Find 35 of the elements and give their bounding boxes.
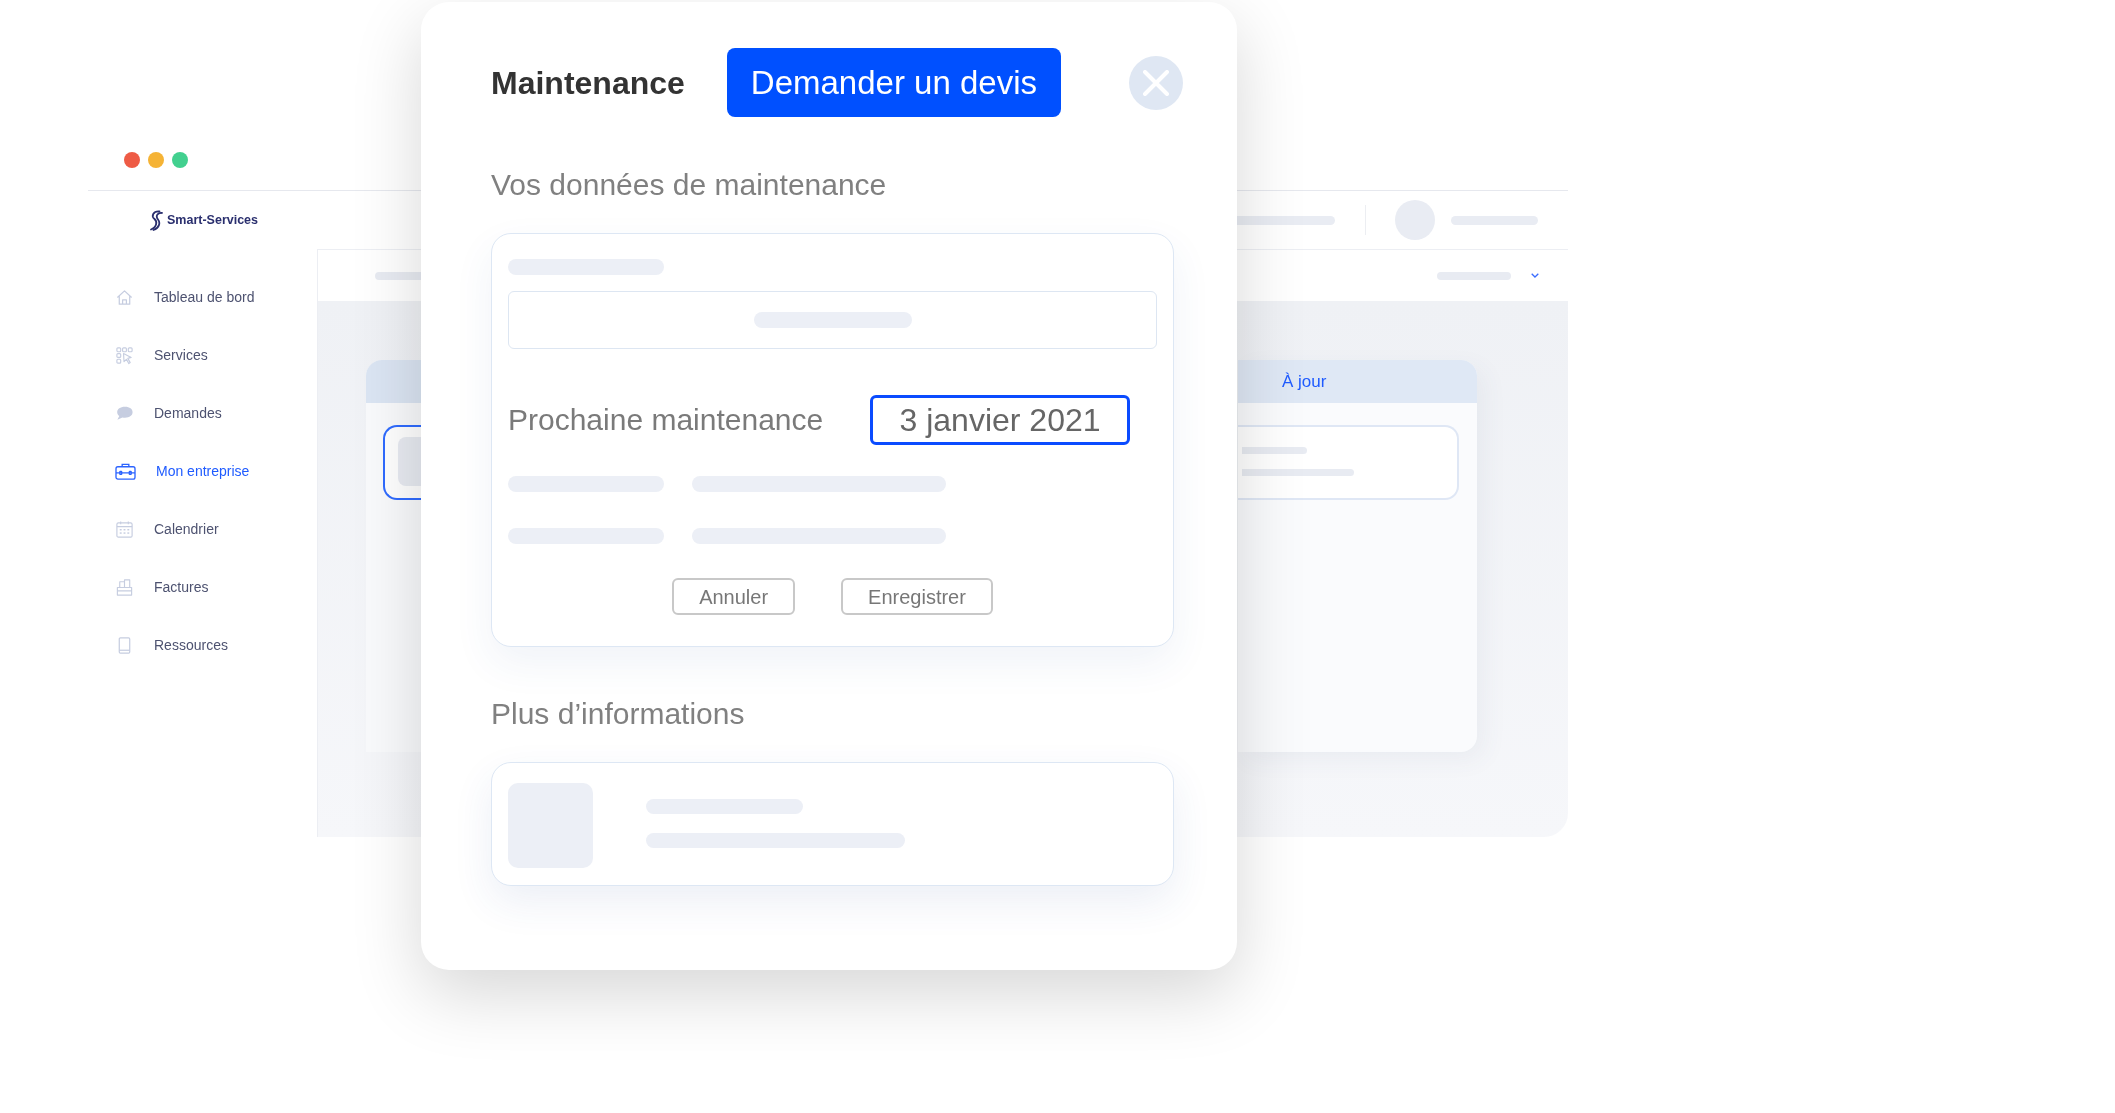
action-button[interactable]: Demander un devis [726, 48, 1061, 117]
close-icon [1143, 69, 1169, 96]
section-title: Vos données de maintenance [491, 167, 888, 203]
thumbnail-placeholder [398, 437, 422, 486]
home-icon [115, 287, 134, 307]
window-control-icon[interactable] [172, 152, 188, 168]
s-logo-icon [149, 209, 163, 231]
grid-cursor-icon [115, 345, 134, 365]
document-stack-icon [115, 577, 134, 597]
briefcase-icon [115, 461, 136, 481]
window-control-icon[interactable] [124, 152, 140, 168]
sidebar-item[interactable]: Services [115, 337, 208, 373]
placeholder-bar [375, 271, 422, 280]
sidebar-item[interactable]: Calendrier [115, 511, 219, 547]
sidebar-item[interactable]: Demandes [115, 395, 222, 431]
column-title: À jour [1282, 370, 1327, 393]
sidebar-item[interactable]: Tableau de bord [115, 279, 255, 315]
board-card[interactable] [383, 425, 422, 500]
sidebar-item[interactable]: Factures [115, 569, 209, 605]
sidebar-item[interactable]: Ressources [115, 627, 228, 663]
form-button[interactable]: Annuler [672, 578, 796, 615]
calendar-icon [115, 519, 134, 539]
placeholder-bar [1242, 447, 1307, 454]
chevron-down-icon[interactable] [1531, 273, 1539, 278]
column-header [366, 360, 422, 403]
section-title: Plus d’informations [491, 696, 746, 732]
field-label: Prochaine maintenance [508, 405, 824, 435]
date-field[interactable]: 3 janvier 2021 [870, 395, 1130, 445]
form-button[interactable]: Enregistrer [841, 578, 993, 615]
logo-text: Smart-Services [167, 213, 259, 227]
input-field[interactable] [508, 291, 1157, 349]
window-control-icon[interactable] [148, 152, 164, 168]
sidebar-item[interactable]: Mon entreprise [115, 453, 250, 489]
close-button[interactable] [1129, 55, 1183, 110]
modal-title: Maintenance [491, 66, 685, 99]
